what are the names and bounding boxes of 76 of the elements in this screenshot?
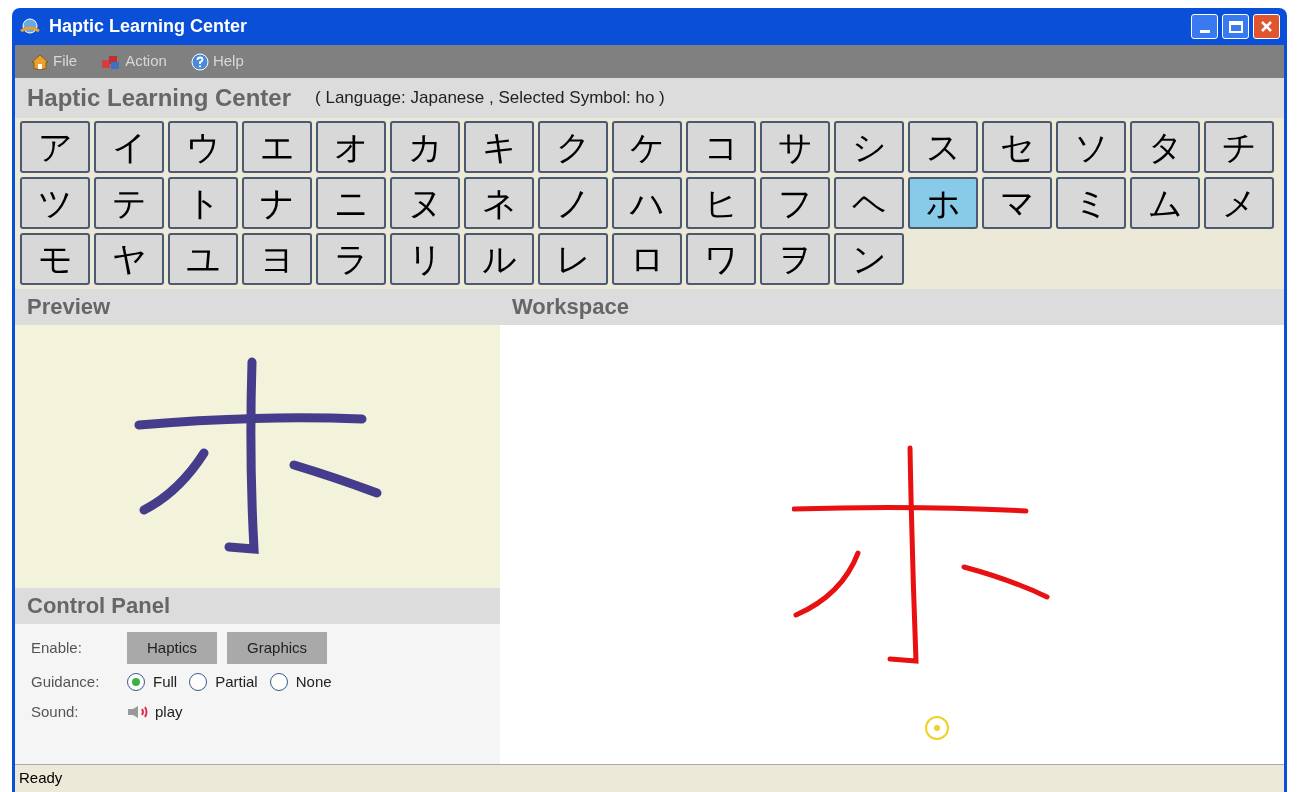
- enable-label: Enable:: [31, 637, 83, 658]
- symbol-button[interactable]: メ: [1204, 177, 1274, 229]
- symbol-button[interactable]: モ: [20, 233, 90, 285]
- symbol-button[interactable]: チ: [1204, 121, 1274, 173]
- symbol-button[interactable]: ヤ: [94, 233, 164, 285]
- maximize-icon: [1228, 20, 1243, 33]
- symbol-button[interactable]: マ: [982, 177, 1052, 229]
- symbol-button[interactable]: ン: [834, 233, 904, 285]
- close-icon: [1260, 20, 1273, 33]
- app-heading: Haptic Learning Center: [27, 83, 292, 113]
- play-sound-button[interactable]: play: [127, 700, 183, 723]
- radio-button[interactable]: [127, 673, 145, 692]
- symbol-button[interactable]: オ: [316, 121, 386, 173]
- guidance-label: Guidance:: [31, 672, 101, 692]
- symbol-button[interactable]: ノ: [538, 177, 608, 229]
- radio-button[interactable]: [269, 673, 288, 692]
- symbol-button[interactable]: ア: [20, 121, 90, 173]
- symbol-button[interactable]: タ: [1130, 121, 1200, 173]
- symbol-button[interactable]: ヘ: [834, 177, 904, 229]
- preview-heading: Preview: [15, 289, 500, 325]
- close-button[interactable]: [1253, 14, 1280, 39]
- symbol-button[interactable]: ウ: [168, 121, 238, 173]
- symbol-button[interactable]: ホ: [908, 177, 978, 229]
- symbol-button[interactable]: ケ: [612, 121, 682, 173]
- status-text: Ready: [19, 768, 63, 789]
- symbol-button[interactable]: ネ: [464, 177, 534, 229]
- symbol-button[interactable]: キ: [464, 121, 534, 173]
- sound-label: Sound:: [31, 701, 80, 722]
- symbol-button[interactable]: エ: [242, 121, 312, 173]
- symbol-button[interactable]: ヨ: [242, 233, 312, 285]
- radio-label: Partial: [215, 672, 258, 692]
- symbol-button[interactable]: イ: [94, 121, 164, 173]
- enable-button[interactable]: Graphics: [227, 632, 328, 664]
- cursor-icon: [924, 715, 950, 741]
- symbol-button[interactable]: サ: [760, 121, 830, 173]
- radio-label: None: [295, 672, 332, 692]
- symbol-button[interactable]: ナ: [242, 177, 312, 229]
- symbol-button[interactable]: ル: [464, 233, 534, 285]
- cubes-icon: [101, 53, 122, 70]
- symbol-button[interactable]: ラ: [316, 233, 386, 285]
- symbol-button[interactable]: ヌ: [390, 177, 460, 229]
- help-icon: [190, 52, 209, 71]
- minimize-icon: [1199, 30, 1210, 33]
- symbol-button[interactable]: ト: [168, 177, 238, 229]
- symbol-button[interactable]: ヒ: [686, 177, 756, 229]
- enable-button[interactable]: Haptics: [127, 632, 218, 664]
- symbol-button[interactable]: コ: [686, 121, 756, 173]
- symbol-button[interactable]: ロ: [612, 233, 682, 285]
- control-panel-heading: Control Panel: [15, 588, 500, 624]
- symbol-button[interactable]: カ: [390, 121, 460, 173]
- symbol-button[interactable]: ク: [538, 121, 608, 173]
- symbol-button[interactable]: ユ: [168, 233, 238, 285]
- house-icon: [31, 53, 49, 70]
- symbol-button[interactable]: テ: [94, 177, 164, 229]
- maximize-button[interactable]: [1222, 14, 1249, 39]
- symbol-button[interactable]: ワ: [686, 233, 756, 285]
- symbol-button[interactable]: ム: [1130, 177, 1200, 229]
- symbol-button[interactable]: ヲ: [760, 233, 830, 285]
- symbol-button[interactable]: シ: [834, 121, 904, 173]
- symbol-button[interactable]: ソ: [1056, 121, 1126, 173]
- symbol-button[interactable]: ハ: [612, 177, 682, 229]
- language-info: ( Language: Japanese , Selected Symbol: ho ): [315, 87, 665, 110]
- minimize-button[interactable]: [1191, 14, 1218, 39]
- symbol-button[interactable]: ミ: [1056, 177, 1126, 229]
- radio-button[interactable]: [189, 673, 208, 692]
- globe-icon: [19, 16, 41, 37]
- symbol-button[interactable]: リ: [390, 233, 460, 285]
- workspace-heading: Workspace: [500, 289, 1284, 325]
- symbol-button[interactable]: ス: [908, 121, 978, 173]
- symbol-button[interactable]: ツ: [20, 177, 90, 229]
- window-title: Haptic Learning Center: [49, 15, 248, 38]
- symbol-button[interactable]: ニ: [316, 177, 386, 229]
- symbol-button[interactable]: フ: [760, 177, 830, 229]
- symbol-button[interactable]: レ: [538, 233, 608, 285]
- symbol-button[interactable]: セ: [982, 121, 1052, 173]
- radio-label: Full: [153, 672, 178, 692]
